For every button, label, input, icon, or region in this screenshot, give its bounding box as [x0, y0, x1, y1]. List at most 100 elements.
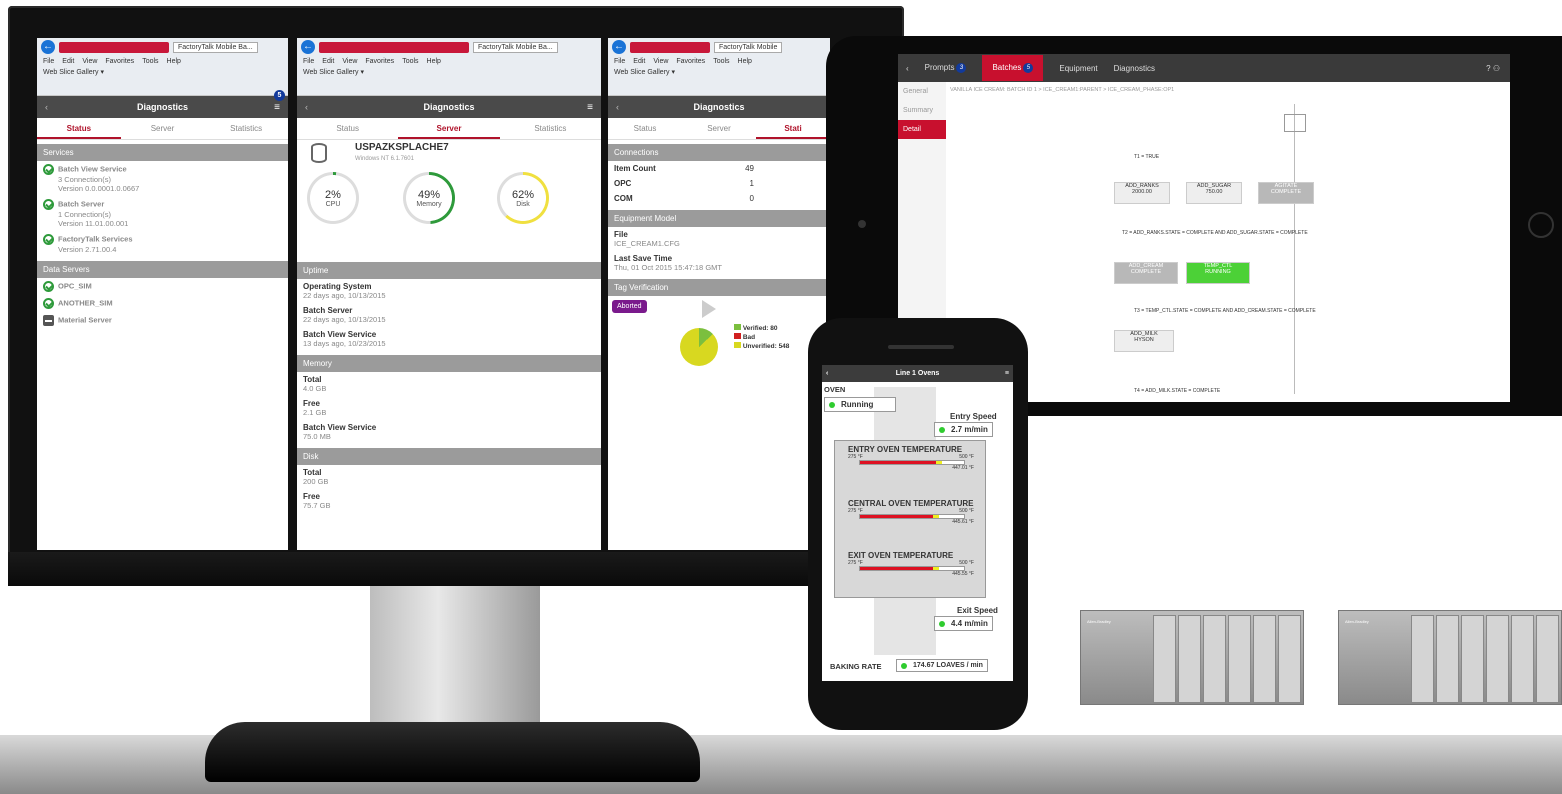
tab-statistics[interactable]: Statistics: [500, 118, 601, 139]
nav-diagnostics[interactable]: Diagnostics: [1114, 64, 1155, 73]
menu-tools[interactable]: Tools: [402, 58, 418, 65]
back-arrow-icon[interactable]: ←: [612, 40, 626, 54]
back-chevron-icon[interactable]: ‹: [906, 64, 909, 73]
menu-bar: File Edit View Favorites Tools Help: [608, 56, 830, 67]
tab-status[interactable]: Status: [608, 118, 682, 139]
menu-view[interactable]: View: [342, 58, 357, 65]
uptime-item: Batch Server 22 days ago, 10/13/2015: [303, 306, 386, 324]
nav-batches[interactable]: Batches 5: [982, 55, 1044, 81]
web-slice-gallery[interactable]: Web Slice Gallery ▾: [37, 67, 288, 77]
check-icon: [43, 234, 54, 245]
tab-statistics[interactable]: Stati: [756, 118, 830, 139]
browser-tab[interactable]: FactoryTalk Mobile Ba...: [173, 41, 258, 53]
tab-bar: Status Server Statistics: [297, 118, 601, 140]
nav-prompts[interactable]: Prompts 3: [925, 63, 967, 73]
tab-server[interactable]: Server: [682, 118, 756, 139]
sfc-step-active[interactable]: TEMP_CTL RUNNING: [1186, 262, 1250, 284]
browser-tab[interactable]: FactoryTalk Mobile Ba...: [473, 41, 558, 53]
disk-item: Free 75.7 GB: [303, 492, 331, 510]
web-slice-gallery[interactable]: Web Slice Gallery ▾: [608, 67, 830, 77]
web-slice-gallery[interactable]: Web Slice Gallery ▾: [297, 67, 601, 77]
address-bar[interactable]: [630, 41, 710, 53]
nav-equipment[interactable]: Equipment: [1059, 64, 1097, 73]
sfc-step[interactable]: ADD_MILK HYSON: [1114, 330, 1174, 352]
menu-favorites[interactable]: Favorites: [676, 58, 705, 65]
tab-statistics[interactable]: Statistics: [204, 118, 288, 139]
help-icon[interactable]: ? ⚇: [1486, 64, 1500, 73]
menu-tools[interactable]: Tools: [142, 58, 158, 65]
gauge-value: 2%: [325, 188, 341, 201]
sfc-start: [1284, 114, 1306, 132]
sfc-step[interactable]: ADD_SUGAR 750.00: [1186, 182, 1242, 204]
gauge-label: Disk: [516, 200, 530, 208]
tablet-home-button[interactable]: [1528, 212, 1554, 238]
browser-tab[interactable]: FactoryTalk Mobile: [714, 41, 783, 53]
back-chevron-icon[interactable]: ‹: [616, 102, 619, 112]
browser-chrome: ← FactoryTalk Mobile File Edit View Favor…: [608, 38, 830, 96]
cpu-gauge: 2% CPU: [307, 172, 359, 224]
service-connections: 3 Connection(s): [58, 175, 111, 184]
baking-rate-label: BAKING RATE: [830, 662, 882, 671]
menu-icon[interactable]: ≡: [274, 102, 280, 113]
menu-view[interactable]: View: [653, 58, 668, 65]
transition-label: T4 = ADD_MILK.STATE = COMPLETE: [1134, 388, 1221, 394]
menu-file[interactable]: File: [614, 58, 625, 65]
check-icon: [43, 199, 54, 210]
sfc-step[interactable]: AGITATE COMPLETE: [1258, 182, 1314, 204]
tab-server[interactable]: Server: [121, 118, 205, 139]
menu-file[interactable]: File: [43, 58, 54, 65]
menu-edit[interactable]: Edit: [633, 58, 645, 65]
exit-temp: EXIT OVEN TEMPERATURE 275 °F 500 °F 445.55 …: [848, 551, 974, 577]
disk-item: Total 200 GB: [303, 468, 329, 486]
menu-icon[interactable]: ≡: [1005, 370, 1009, 377]
menu-edit[interactable]: Edit: [62, 58, 74, 65]
address-bar[interactable]: [59, 41, 169, 53]
back-chevron-icon[interactable]: ‹: [305, 102, 308, 112]
menu-favorites[interactable]: Favorites: [105, 58, 134, 65]
back-chevron-icon[interactable]: ‹: [826, 370, 828, 377]
phone-title: Line 1 Ovens: [895, 370, 940, 377]
menu-help[interactable]: Help: [167, 58, 181, 65]
menu-favorites[interactable]: Favorites: [365, 58, 394, 65]
side-general[interactable]: General: [898, 82, 946, 101]
tab-status[interactable]: Status: [37, 118, 121, 139]
oven-label: OVEN: [824, 385, 846, 394]
menu-file[interactable]: File: [303, 58, 314, 65]
menu-tools[interactable]: Tools: [713, 58, 729, 65]
tab-server[interactable]: Server: [398, 118, 500, 139]
back-chevron-icon[interactable]: ‹: [45, 102, 48, 112]
menu-view[interactable]: View: [82, 58, 97, 65]
exit-speed-value: 4.4 m/min: [934, 616, 993, 631]
aborted-button[interactable]: Aborted: [612, 300, 647, 313]
back-arrow-icon[interactable]: ←: [41, 40, 55, 54]
oven-state: Running: [824, 397, 896, 412]
play-icon[interactable]: [702, 300, 716, 318]
section-memory: Memory: [297, 355, 601, 372]
monitor-chin: [8, 552, 904, 586]
menu-edit[interactable]: Edit: [322, 58, 334, 65]
tab-bar: Status Server Stati: [608, 118, 830, 140]
gauge-label: CPU: [325, 200, 341, 208]
menu-icon[interactable]: ≡: [587, 102, 593, 113]
sfc-step[interactable]: ADD_RANKS 2000.00: [1114, 182, 1170, 204]
connection-row: OPC 1: [614, 179, 754, 188]
side-summary[interactable]: Summary: [898, 101, 946, 120]
browser-window-server: ← FactoryTalk Mobile Ba... File Edit View…: [297, 38, 601, 550]
menu-help[interactable]: Help: [738, 58, 752, 65]
memory-item: Total 4.0 GB: [303, 375, 327, 393]
tab-bar: Status Server Statistics: [37, 118, 288, 140]
back-arrow-icon[interactable]: ←: [301, 40, 315, 54]
service-version: Version 11.01.00.001: [58, 219, 129, 228]
menu-help[interactable]: Help: [427, 58, 441, 65]
nav-badge: 3: [956, 63, 967, 73]
baking-rate-value: 174.67 LOAVES / min: [896, 659, 988, 672]
section-equipment-model: Equipment Model: [608, 210, 830, 227]
sfc-step[interactable]: ADD_CREAM COMPLETE: [1114, 262, 1178, 284]
data-server-name: Material Server: [58, 315, 112, 325]
address-bar[interactable]: [319, 41, 469, 53]
menu-bar: File Edit View Favorites Tools Help: [37, 56, 288, 67]
side-detail[interactable]: Detail: [898, 120, 946, 139]
plc-chassis: Allen-Bradley: [1338, 610, 1562, 705]
check-icon: [43, 281, 54, 292]
tab-status[interactable]: Status: [297, 118, 398, 139]
